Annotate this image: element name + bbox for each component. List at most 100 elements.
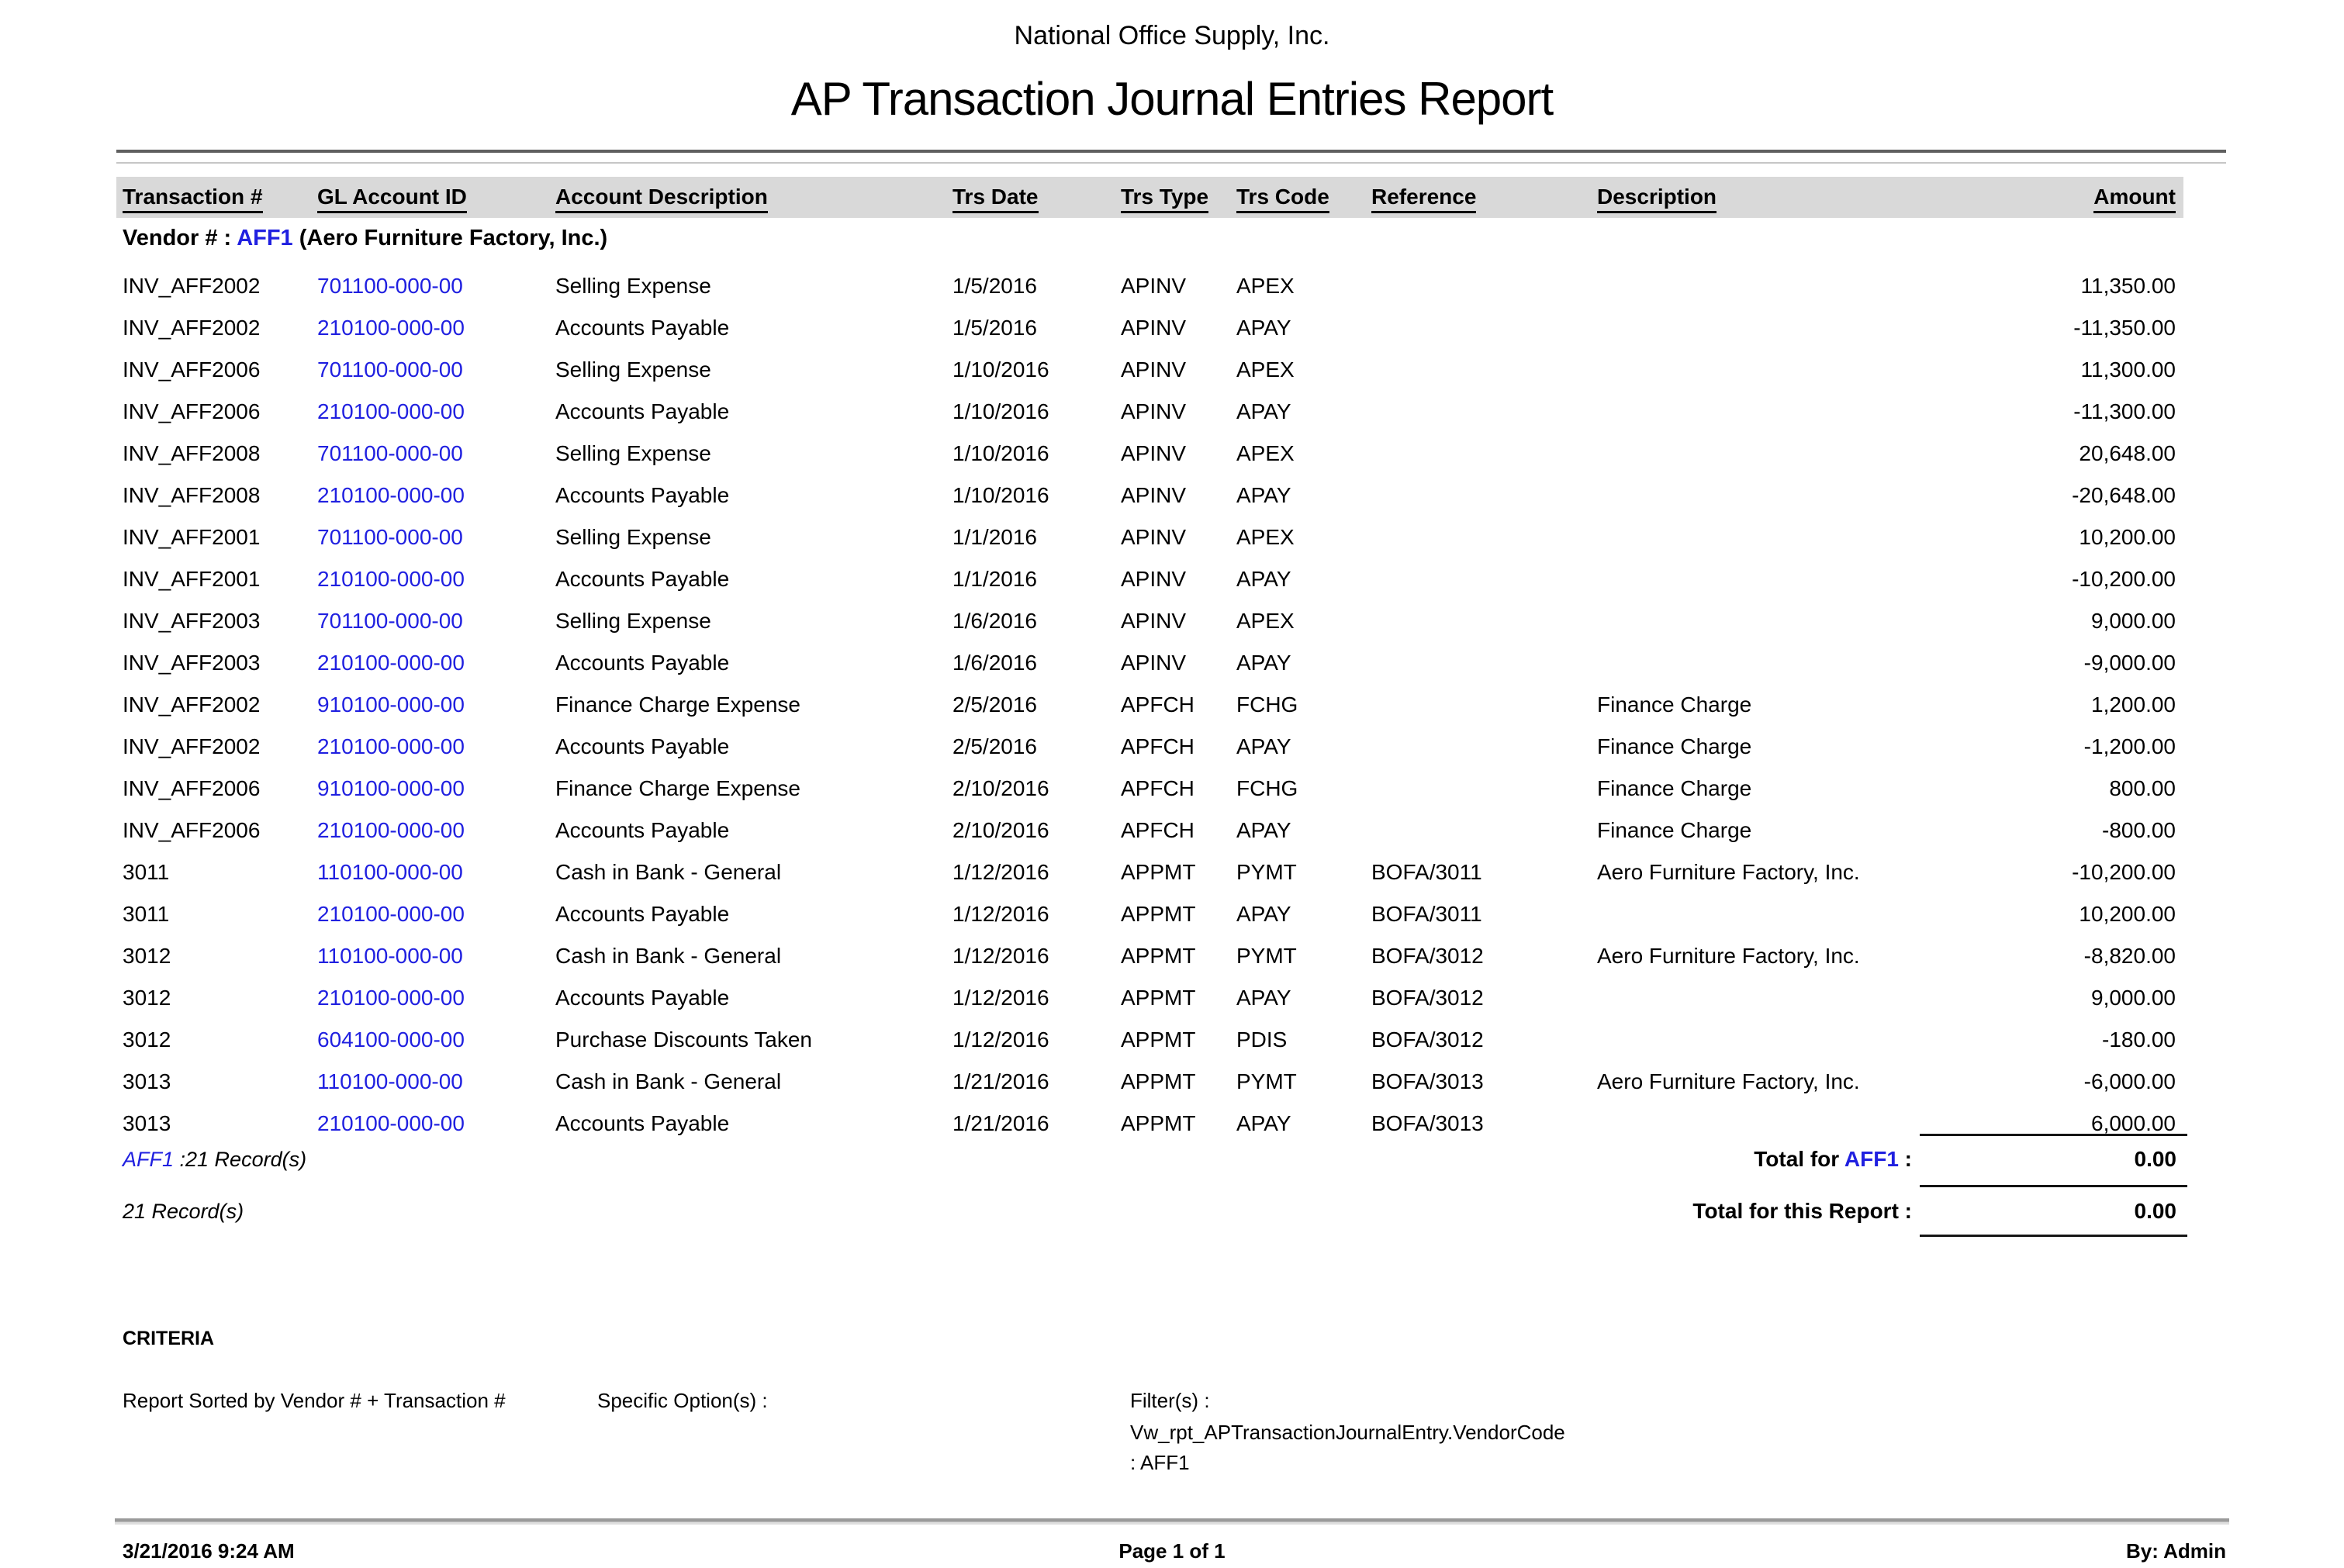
cell-trs-date: 2/5/2016 <box>952 734 1121 760</box>
cell-transaction: INV_AFF2006 <box>123 357 317 383</box>
cell-trs-date: 1/6/2016 <box>952 650 1121 676</box>
cell-reference: BOFA/3011 <box>1371 859 1597 886</box>
cell-amount: -20,648.00 <box>1904 482 2183 509</box>
vendor-total-code[interactable]: AFF1 <box>1844 1147 1899 1171</box>
cell-gl-account[interactable]: 910100-000-00 <box>317 692 555 718</box>
cell-gl-account[interactable]: 210100-000-00 <box>317 399 555 425</box>
cell-account-description: Accounts Payable <box>555 985 952 1011</box>
table-row: INV_AFF2006701100-000-00Selling Expense1… <box>116 357 2183 399</box>
cell-transaction: INV_AFF2006 <box>123 399 317 425</box>
cell-trs-type: APINV <box>1121 608 1236 634</box>
cell-trs-type: APINV <box>1121 482 1236 509</box>
company-name: National Office Supply, Inc. <box>0 20 2344 51</box>
table-row: INV_AFF2008701100-000-00Selling Expense1… <box>116 440 2183 482</box>
cell-reference: BOFA/3012 <box>1371 943 1597 969</box>
cell-reference: BOFA/3013 <box>1371 1110 1597 1137</box>
criteria-specific-options-label: Specific Option(s) : <box>597 1388 768 1413</box>
vendor-record-count-code[interactable]: AFF1 <box>123 1148 174 1171</box>
cell-amount: 9,000.00 <box>1904 608 2183 634</box>
cell-trs-code: APAY <box>1236 901 1371 927</box>
column-header-description[interactable]: Description <box>1597 185 1717 213</box>
cell-trs-type: APFCH <box>1121 734 1236 760</box>
cell-trs-type: APINV <box>1121 273 1236 299</box>
report-page: National Office Supply, Inc. AP Transact… <box>0 0 2344 1568</box>
cell-trs-date: 2/10/2016 <box>952 817 1121 844</box>
criteria-filter-expression: Vw_rpt_APTransactionJournalEntry.VendorC… <box>1130 1420 1565 1445</box>
cell-transaction: INV_AFF2002 <box>123 692 317 718</box>
cell-gl-account[interactable]: 210100-000-00 <box>317 985 555 1011</box>
cell-reference: BOFA/3011 <box>1371 901 1597 927</box>
cell-gl-account[interactable]: 210100-000-00 <box>317 482 555 509</box>
title-divider-light <box>116 162 2226 164</box>
criteria-filter-value: : AFF1 <box>1130 1450 1190 1475</box>
column-header-trs-code[interactable]: Trs Code <box>1236 185 1329 213</box>
table-row: 3012110100-000-00Cash in Bank - General1… <box>116 943 2183 985</box>
cell-gl-account[interactable]: 210100-000-00 <box>317 566 555 592</box>
cell-reference: BOFA/3013 <box>1371 1069 1597 1095</box>
table-row: 3012210100-000-00Accounts Payable1/12/20… <box>116 985 2183 1027</box>
cell-gl-account[interactable]: 210100-000-00 <box>317 650 555 676</box>
title-divider-dark <box>116 150 2226 153</box>
cell-transaction: INV_AFF2003 <box>123 650 317 676</box>
cell-trs-date: 1/1/2016 <box>952 566 1121 592</box>
table-row: INV_AFF2006210100-000-00Accounts Payable… <box>116 399 2183 440</box>
cell-gl-account[interactable]: 210100-000-00 <box>317 315 555 341</box>
cell-trs-type: APINV <box>1121 524 1236 551</box>
cell-transaction: INV_AFF2002 <box>123 273 317 299</box>
column-header-reference[interactable]: Reference <box>1371 185 1476 213</box>
cell-trs-date: 1/12/2016 <box>952 1027 1121 1053</box>
cell-trs-type: APINV <box>1121 440 1236 467</box>
cell-description: Finance Charge <box>1597 734 1904 760</box>
cell-transaction: 3012 <box>123 1027 317 1053</box>
cell-transaction: INV_AFF2002 <box>123 734 317 760</box>
cell-account-description: Accounts Payable <box>555 482 952 509</box>
cell-gl-account[interactable]: 910100-000-00 <box>317 775 555 802</box>
cell-gl-account[interactable]: 210100-000-00 <box>317 1110 555 1137</box>
cell-account-description: Cash in Bank - General <box>555 859 952 886</box>
cell-gl-account[interactable]: 701100-000-00 <box>317 608 555 634</box>
table-row: INV_AFF2001701100-000-00Selling Expense1… <box>116 524 2183 566</box>
cell-gl-account[interactable]: 701100-000-00 <box>317 273 555 299</box>
cell-description: Aero Furniture Factory, Inc. <box>1597 1069 1904 1095</box>
cell-gl-account[interactable]: 210100-000-00 <box>317 734 555 760</box>
cell-gl-account[interactable]: 701100-000-00 <box>317 357 555 383</box>
cell-gl-account[interactable]: 110100-000-00 <box>317 943 555 969</box>
column-header-account-description[interactable]: Account Description <box>555 185 768 213</box>
cell-gl-account[interactable]: 604100-000-00 <box>317 1027 555 1053</box>
cell-transaction: INV_AFF2008 <box>123 482 317 509</box>
cell-trs-date: 2/10/2016 <box>952 775 1121 802</box>
cell-trs-date: 2/5/2016 <box>952 692 1121 718</box>
cell-amount: 20,648.00 <box>1904 440 2183 467</box>
cell-gl-account[interactable]: 210100-000-00 <box>317 901 555 927</box>
cell-amount: -9,000.00 <box>1904 650 2183 676</box>
cell-reference: BOFA/3012 <box>1371 985 1597 1011</box>
cell-gl-account[interactable]: 110100-000-00 <box>317 859 555 886</box>
cell-trs-code: APAY <box>1236 650 1371 676</box>
cell-trs-date: 1/10/2016 <box>952 482 1121 509</box>
cell-account-description: Accounts Payable <box>555 1110 952 1137</box>
cell-gl-account[interactable]: 110100-000-00 <box>317 1069 555 1095</box>
column-header-trs-date[interactable]: Trs Date <box>952 185 1039 213</box>
table-row: INV_AFF2002910100-000-00Finance Charge E… <box>116 692 2183 734</box>
cell-trs-code: PYMT <box>1236 1069 1371 1095</box>
vendor-total-label: Total for AFF1 : <box>1754 1146 1912 1173</box>
cell-account-description: Accounts Payable <box>555 650 952 676</box>
cell-trs-date: 1/12/2016 <box>952 943 1121 969</box>
cell-gl-account[interactable]: 701100-000-00 <box>317 440 555 467</box>
cell-account-description: Finance Charge Expense <box>555 775 952 802</box>
cell-trs-code: PYMT <box>1236 859 1371 886</box>
cell-account-description: Accounts Payable <box>555 566 952 592</box>
cell-trs-type: APPMT <box>1121 859 1236 886</box>
cell-gl-account[interactable]: 701100-000-00 <box>317 524 555 551</box>
report-total-label: Total for this Report : <box>1692 1198 1912 1224</box>
column-header-amount[interactable]: Amount <box>2093 185 2176 213</box>
cell-transaction: 3013 <box>123 1110 317 1137</box>
vendor-code-link[interactable]: AFF1 <box>237 226 293 250</box>
column-header-trs-type[interactable]: Trs Type <box>1121 185 1208 213</box>
cell-amount: -800.00 <box>1904 817 2183 844</box>
cell-description: Finance Charge <box>1597 817 1904 844</box>
column-header-transaction[interactable]: Transaction # <box>123 185 263 213</box>
cell-gl-account[interactable]: 210100-000-00 <box>317 817 555 844</box>
cell-amount: 10,200.00 <box>1904 901 2183 927</box>
column-header-gl-account-id[interactable]: GL Account ID <box>317 185 467 213</box>
